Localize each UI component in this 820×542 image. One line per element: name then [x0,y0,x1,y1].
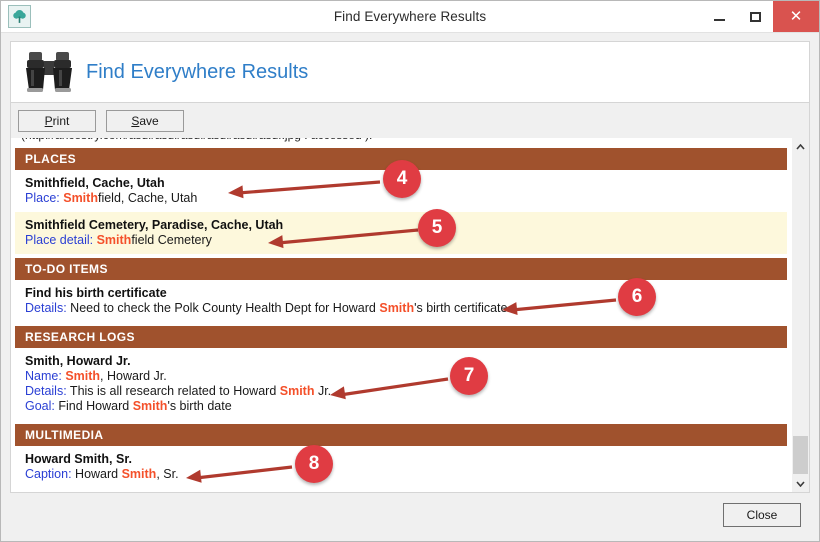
close-button[interactable]: Close [723,503,801,527]
page-title: Find Everywhere Results [86,60,309,83]
section-header: TO-DO ITEMS [15,258,787,280]
scroll-down-button[interactable] [792,475,809,492]
entry-detail-line: Place detail: Smithfield Cemetery [25,233,212,247]
maximize-button[interactable] [737,1,773,32]
title-bar: Find Everywhere Results ✕ [1,1,819,33]
section-header: RESEARCH LOGS [15,326,787,348]
search-term-highlight: Smith [121,467,157,481]
results-content: (http://ancestry.com/asdf/asdf/asdf/asdf… [11,138,791,488]
entry-field-label: Details: [25,384,67,398]
entry-detail-line: Place: Smithfield, Cache, Utah [25,191,198,205]
scroll-up-button[interactable] [792,138,809,155]
search-term-highlight: Smith [65,369,101,383]
results-panel: (http://ancestry.com/asdf/asdf/asdf/asdf… [10,138,810,493]
entry-title: Smith, Howard Jr. [25,354,131,368]
section-header: PLACES [15,148,787,170]
results-scrollbar[interactable] [791,138,809,492]
results-header-band: Find Everywhere Results [10,41,810,103]
tree-icon [8,5,31,28]
section-header: MULTIMEDIA [15,424,787,446]
entry-field-label: Place detail: [25,233,94,247]
print-button[interactable]: Print [18,110,96,132]
entry-detail-line: Goal: Find Howard Smith's birth date [25,399,232,413]
search-term-highlight: Smith [63,191,98,205]
entry-detail-line: Caption: Howard Smith, Sr. [25,467,179,481]
chevron-down-icon [796,480,805,487]
minimize-button[interactable] [701,1,737,32]
save-button[interactable]: Save [106,110,184,132]
result-entry[interactable]: Smithfield, Cache, Utah Place: Smithfield… [15,170,787,212]
save-accel: S [131,114,140,128]
scrollbar-thumb[interactable] [793,436,808,474]
entry-field-label: Caption: [25,467,72,481]
entry-field-label: Name: [25,369,62,383]
search-term-highlight: Smith [96,233,132,247]
window-close-button[interactable]: ✕ [773,1,819,32]
chevron-up-icon [796,143,805,150]
find-everywhere-results-window: Find Everywhere Results ✕ Find Everywher… [0,0,820,542]
entry-title: Smithfield, Cache, Utah [25,176,165,190]
entry-title: Find his birth certificate [25,286,167,300]
search-term-highlight: Smith [279,384,315,398]
clipped-citation-line: (http://ancestry.com/asdf/asdf/asdf/asdf… [11,138,791,144]
window-title: Find Everywhere Results [333,9,487,24]
search-term-highlight: Smith [379,301,415,315]
toolbar: Print Save [10,103,810,138]
entry-field-label: Place: [25,191,60,205]
entry-title: Howard Smith, Sr. [25,452,132,466]
search-term-highlight: Smith [132,399,168,413]
minimize-icon [713,18,725,21]
entry-detail-line: Details: Need to check the Polk County H… [25,301,511,315]
binoculars-icon [20,46,78,98]
footer-bar: Close [1,493,819,541]
entry-detail-line: Details: This is all research related to… [25,384,332,398]
result-entry[interactable]: Smithfield Cemetery, Paradise, Cache, Ut… [15,212,787,254]
print-accel: P [44,114,53,128]
entry-title: Smithfield Cemetery, Paradise, Cache, Ut… [25,218,284,232]
print-label-rest: rint [52,114,70,128]
results-scroll-viewport[interactable]: (http://ancestry.com/asdf/asdf/asdf/asdf… [11,138,791,492]
window-controls: ✕ [701,1,819,32]
result-entry[interactable]: Smith, Howard Jr. Name: Smith, Howard Jr.… [15,348,787,420]
entry-field-label: Goal: [25,399,55,413]
close-icon: ✕ [789,8,803,25]
result-entry[interactable]: Howard Smith, Sr. Caption: Howard Smith, … [15,446,787,488]
save-label-rest: ave [139,114,159,128]
result-entry[interactable]: Find his birth certificate Details: Need … [15,280,787,322]
entry-field-label: Details: [25,301,67,315]
maximize-icon [749,11,761,22]
entry-detail-line: Name: Smith, Howard Jr. [25,369,167,383]
